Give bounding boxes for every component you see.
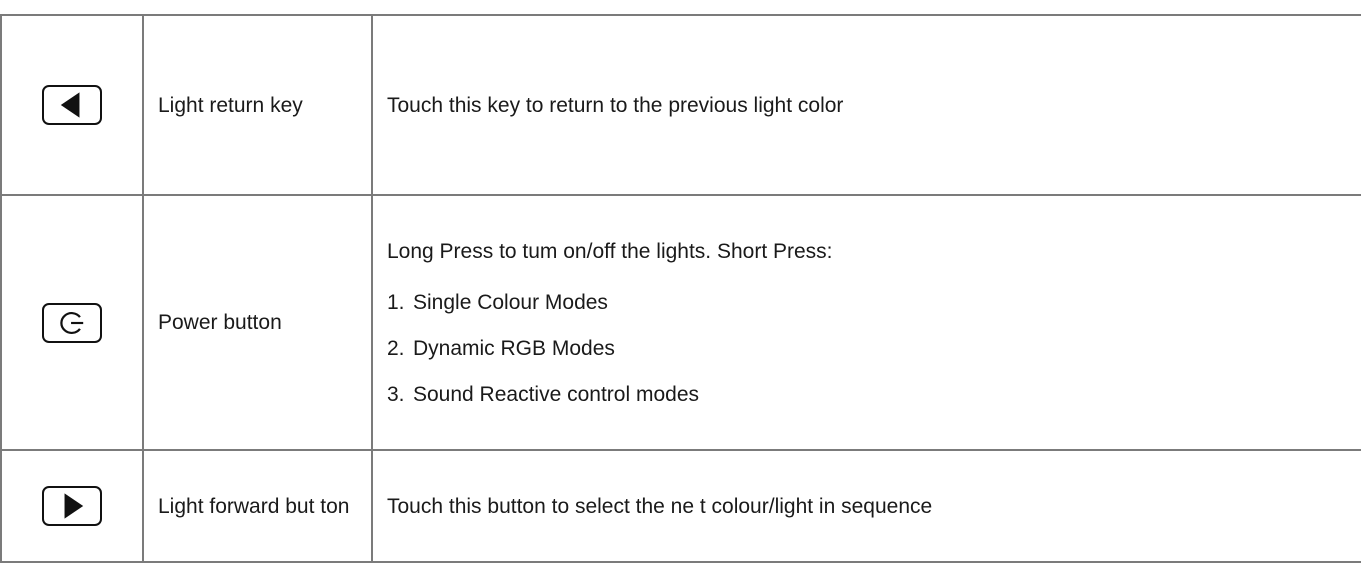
list-item: 2. Dynamic RGB Modes xyxy=(387,336,615,360)
key-description: Touch this key to return to the previous… xyxy=(371,14,1361,196)
left-triangle-icon xyxy=(42,85,102,125)
description-intro: Long Press to tum on/off the lights. Sho… xyxy=(387,239,833,263)
list-item: 1. Single Colour Modes xyxy=(387,290,608,314)
key-name: Light return key xyxy=(142,14,373,196)
icon-cell xyxy=(0,14,144,196)
key-name: Power button xyxy=(142,194,373,451)
right-triangle-icon xyxy=(42,486,102,526)
key-description: Long Press to tum on/off the lights. Sho… xyxy=(371,194,1361,451)
key-description: Touch this button to select the ne t col… xyxy=(371,449,1361,563)
description-text: Touch this key to return to the previous… xyxy=(387,93,844,117)
table-row: Light return key Touch this key to retur… xyxy=(0,14,1361,196)
description-text: Touch this button to select the ne t col… xyxy=(387,494,933,518)
icon-cell xyxy=(0,449,144,563)
power-icon xyxy=(42,302,102,343)
icon-cell xyxy=(0,194,144,451)
list-item: 3. Sound Reactive control modes xyxy=(387,382,699,406)
table-row: Power button Long Press to tum on/off th… xyxy=(0,194,1361,451)
table-row: Light forward but ton Touch this button … xyxy=(0,449,1361,563)
mode-list: 1. Single Colour Modes 2. Dynamic RGB Mode… xyxy=(387,289,1361,408)
remote-key-table: Light return key Touch this key to retur… xyxy=(0,14,1361,563)
key-name: Light forward but ton xyxy=(142,449,373,563)
